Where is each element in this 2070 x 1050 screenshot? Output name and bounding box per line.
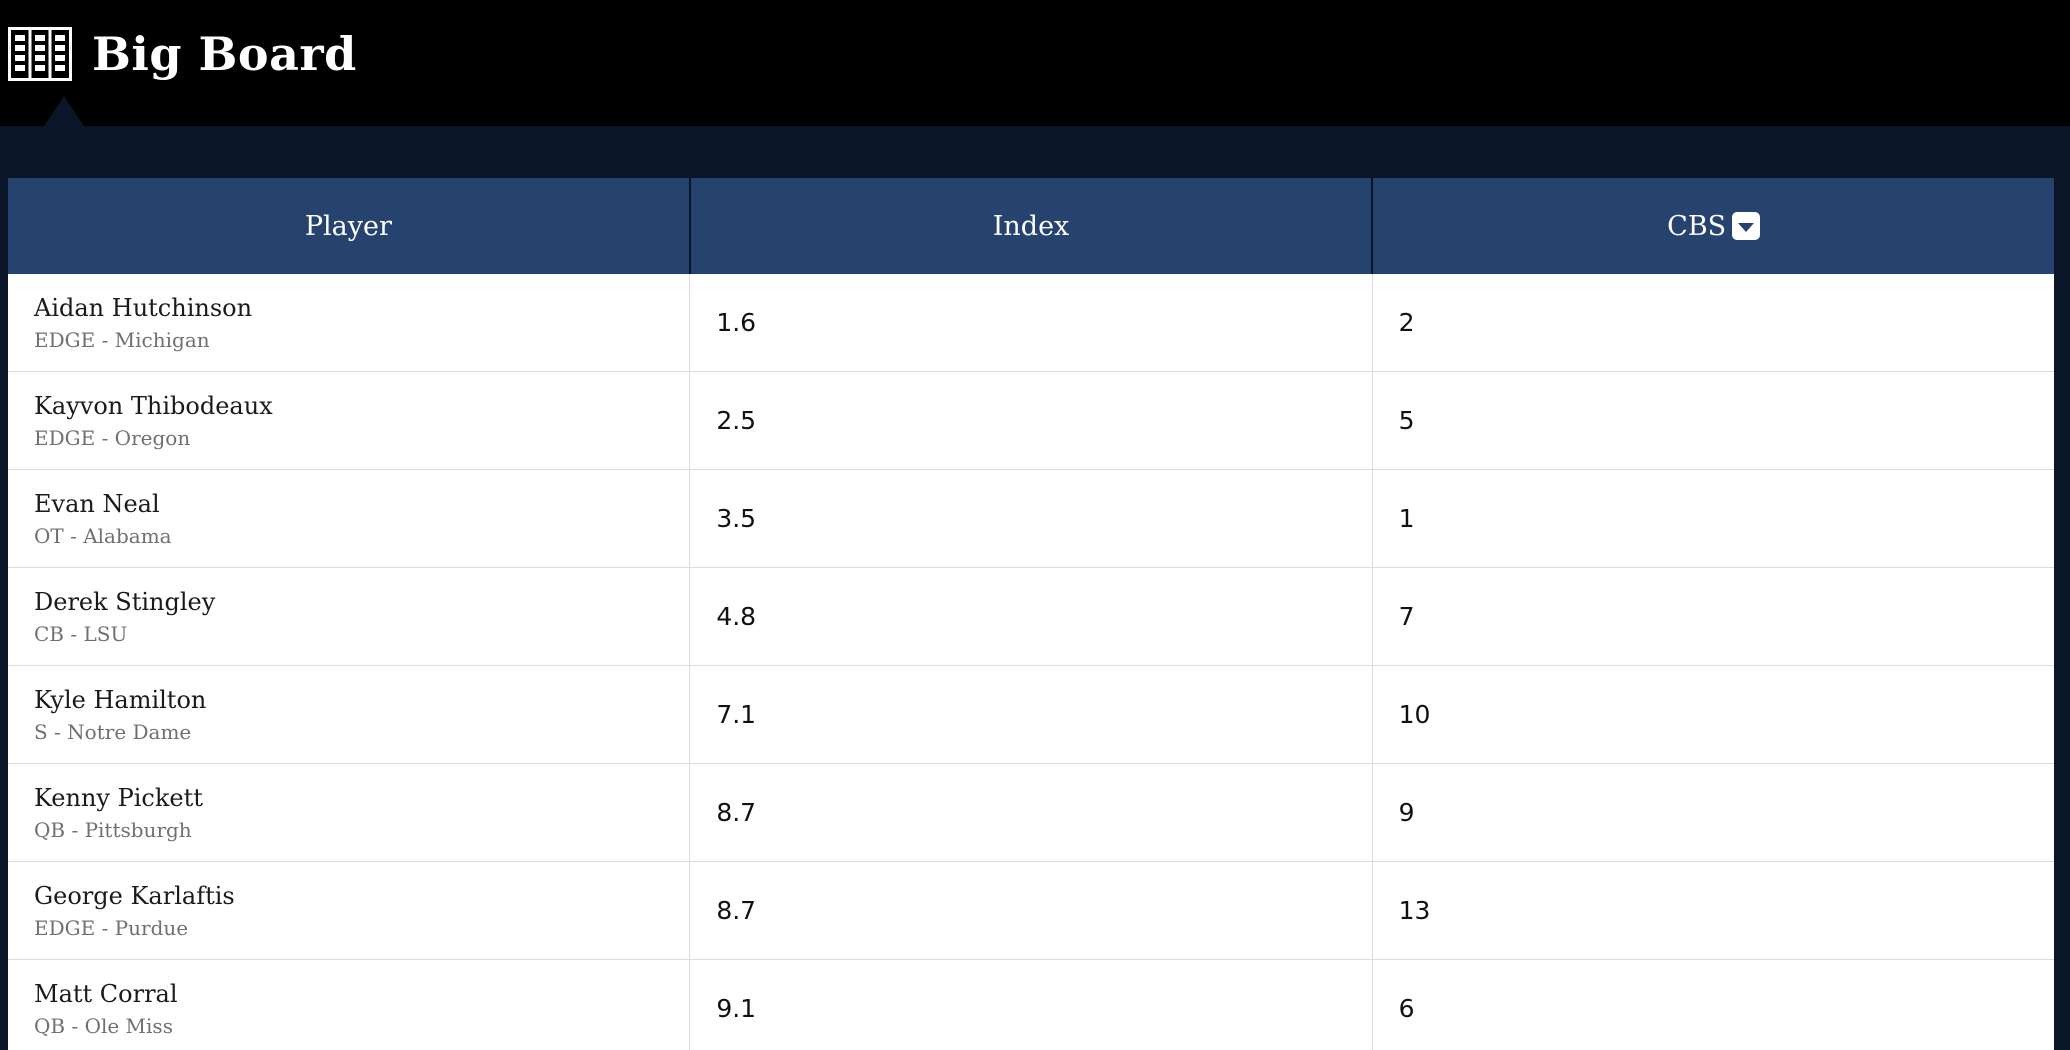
index-value: 8.7 — [716, 896, 757, 925]
player-position-school: S - Notre Dame — [34, 719, 192, 744]
index-cell: 4.8 — [690, 568, 1373, 665]
index-cell: 8.7 — [690, 862, 1373, 959]
player-name: Derek Stingley — [34, 587, 216, 616]
cbs-cell: 9 — [1373, 764, 2054, 861]
table-row[interactable]: Kayvon Thibodeaux EDGE - Oregon 2.5 5 — [8, 372, 2054, 470]
table-row[interactable]: Kenny Pickett QB - Pittsburgh 8.7 9 — [8, 764, 2054, 862]
big-board-table: Player Index CBS Aidan Hutchinson EDGE -… — [8, 178, 2054, 1050]
cbs-cell: 13 — [1373, 862, 2054, 959]
player-cell: Aidan Hutchinson EDGE - Michigan — [8, 274, 691, 371]
player-position-school: QB - Pittsburgh — [34, 817, 192, 842]
table-row[interactable]: Matt Corral QB - Ole Miss 9.1 6 — [8, 960, 2054, 1050]
index-value: 4.8 — [716, 602, 757, 631]
top-bar: Big Board — [0, 0, 2070, 126]
cbs-value: 10 — [1398, 700, 1431, 729]
cbs-value: 1 — [1398, 504, 1415, 533]
player-position-school: OT - Alabama — [34, 523, 172, 548]
player-name: Kayvon Thibodeaux — [34, 391, 273, 420]
player-name: Kyle Hamilton — [34, 685, 207, 714]
table-row[interactable]: Kyle Hamilton S - Notre Dame 7.1 10 — [8, 666, 2054, 764]
table-row[interactable]: Aidan Hutchinson EDGE - Michigan 1.6 2 — [8, 274, 2054, 372]
player-cell: Kayvon Thibodeaux EDGE - Oregon — [8, 372, 691, 469]
table-row[interactable]: Evan Neal OT - Alabama 3.5 1 — [8, 470, 2054, 568]
active-tab-indicator — [44, 96, 84, 126]
cbs-value: 5 — [1398, 406, 1415, 435]
player-name: Evan Neal — [34, 489, 160, 518]
cbs-value: 2 — [1398, 308, 1415, 337]
cbs-cell: 2 — [1373, 274, 2054, 371]
cbs-cell: 6 — [1373, 960, 2054, 1050]
player-name: George Karlaftis — [34, 881, 235, 910]
player-cell: Matt Corral QB - Ole Miss — [8, 960, 691, 1050]
column-header-label: CBS — [1667, 210, 1727, 242]
cbs-value: 13 — [1398, 896, 1431, 925]
cbs-value: 9 — [1398, 798, 1415, 827]
player-cell: George Karlaftis EDGE - Purdue — [8, 862, 691, 959]
index-value: 3.5 — [716, 504, 757, 533]
table-header: Player Index CBS — [8, 178, 2054, 274]
cbs-cell: 1 — [1373, 470, 2054, 567]
table-row[interactable]: Derek Stingley CB - LSU 4.8 7 — [8, 568, 2054, 666]
table-row[interactable]: George Karlaftis EDGE - Purdue 8.7 13 — [8, 862, 2054, 960]
index-cell: 3.5 — [690, 470, 1373, 567]
player-position-school: EDGE - Oregon — [34, 425, 191, 450]
player-cell: Kyle Hamilton S - Notre Dame — [8, 666, 691, 763]
column-header-index[interactable]: Index — [691, 178, 1374, 274]
index-cell: 9.1 — [690, 960, 1373, 1050]
column-header-player[interactable]: Player — [8, 178, 691, 274]
cbs-cell: 7 — [1373, 568, 2054, 665]
index-cell: 1.6 — [690, 274, 1373, 371]
player-cell: Kenny Pickett QB - Pittsburgh — [8, 764, 691, 861]
cbs-cell: 5 — [1373, 372, 2054, 469]
index-value: 1.6 — [716, 308, 757, 337]
column-header-cbs[interactable]: CBS — [1373, 178, 2054, 274]
cbs-cell: 10 — [1373, 666, 2054, 763]
column-header-label: Index — [992, 210, 1070, 242]
big-board-icon — [8, 27, 72, 81]
player-name: Matt Corral — [34, 979, 178, 1008]
player-name: Aidan Hutchinson — [34, 293, 253, 322]
index-value: 7.1 — [716, 700, 757, 729]
cbs-value: 6 — [1398, 994, 1415, 1023]
index-cell: 2.5 — [690, 372, 1373, 469]
player-position-school: CB - LSU — [34, 621, 128, 646]
index-cell: 7.1 — [690, 666, 1373, 763]
player-name: Kenny Pickett — [34, 783, 203, 812]
page-title: Big Board — [92, 27, 357, 81]
column-header-label: Player — [304, 210, 392, 242]
index-value: 9.1 — [716, 994, 757, 1023]
index-value: 8.7 — [716, 798, 757, 827]
player-cell: Derek Stingley CB - LSU — [8, 568, 691, 665]
player-position-school: EDGE - Purdue — [34, 915, 189, 940]
player-position-school: EDGE - Michigan — [34, 327, 210, 352]
sort-down-icon[interactable] — [1732, 212, 1761, 240]
player-cell: Evan Neal OT - Alabama — [8, 470, 691, 567]
index-value: 2.5 — [716, 406, 757, 435]
index-cell: 8.7 — [690, 764, 1373, 861]
cbs-value: 7 — [1398, 602, 1415, 631]
player-position-school: QB - Ole Miss — [34, 1013, 173, 1038]
